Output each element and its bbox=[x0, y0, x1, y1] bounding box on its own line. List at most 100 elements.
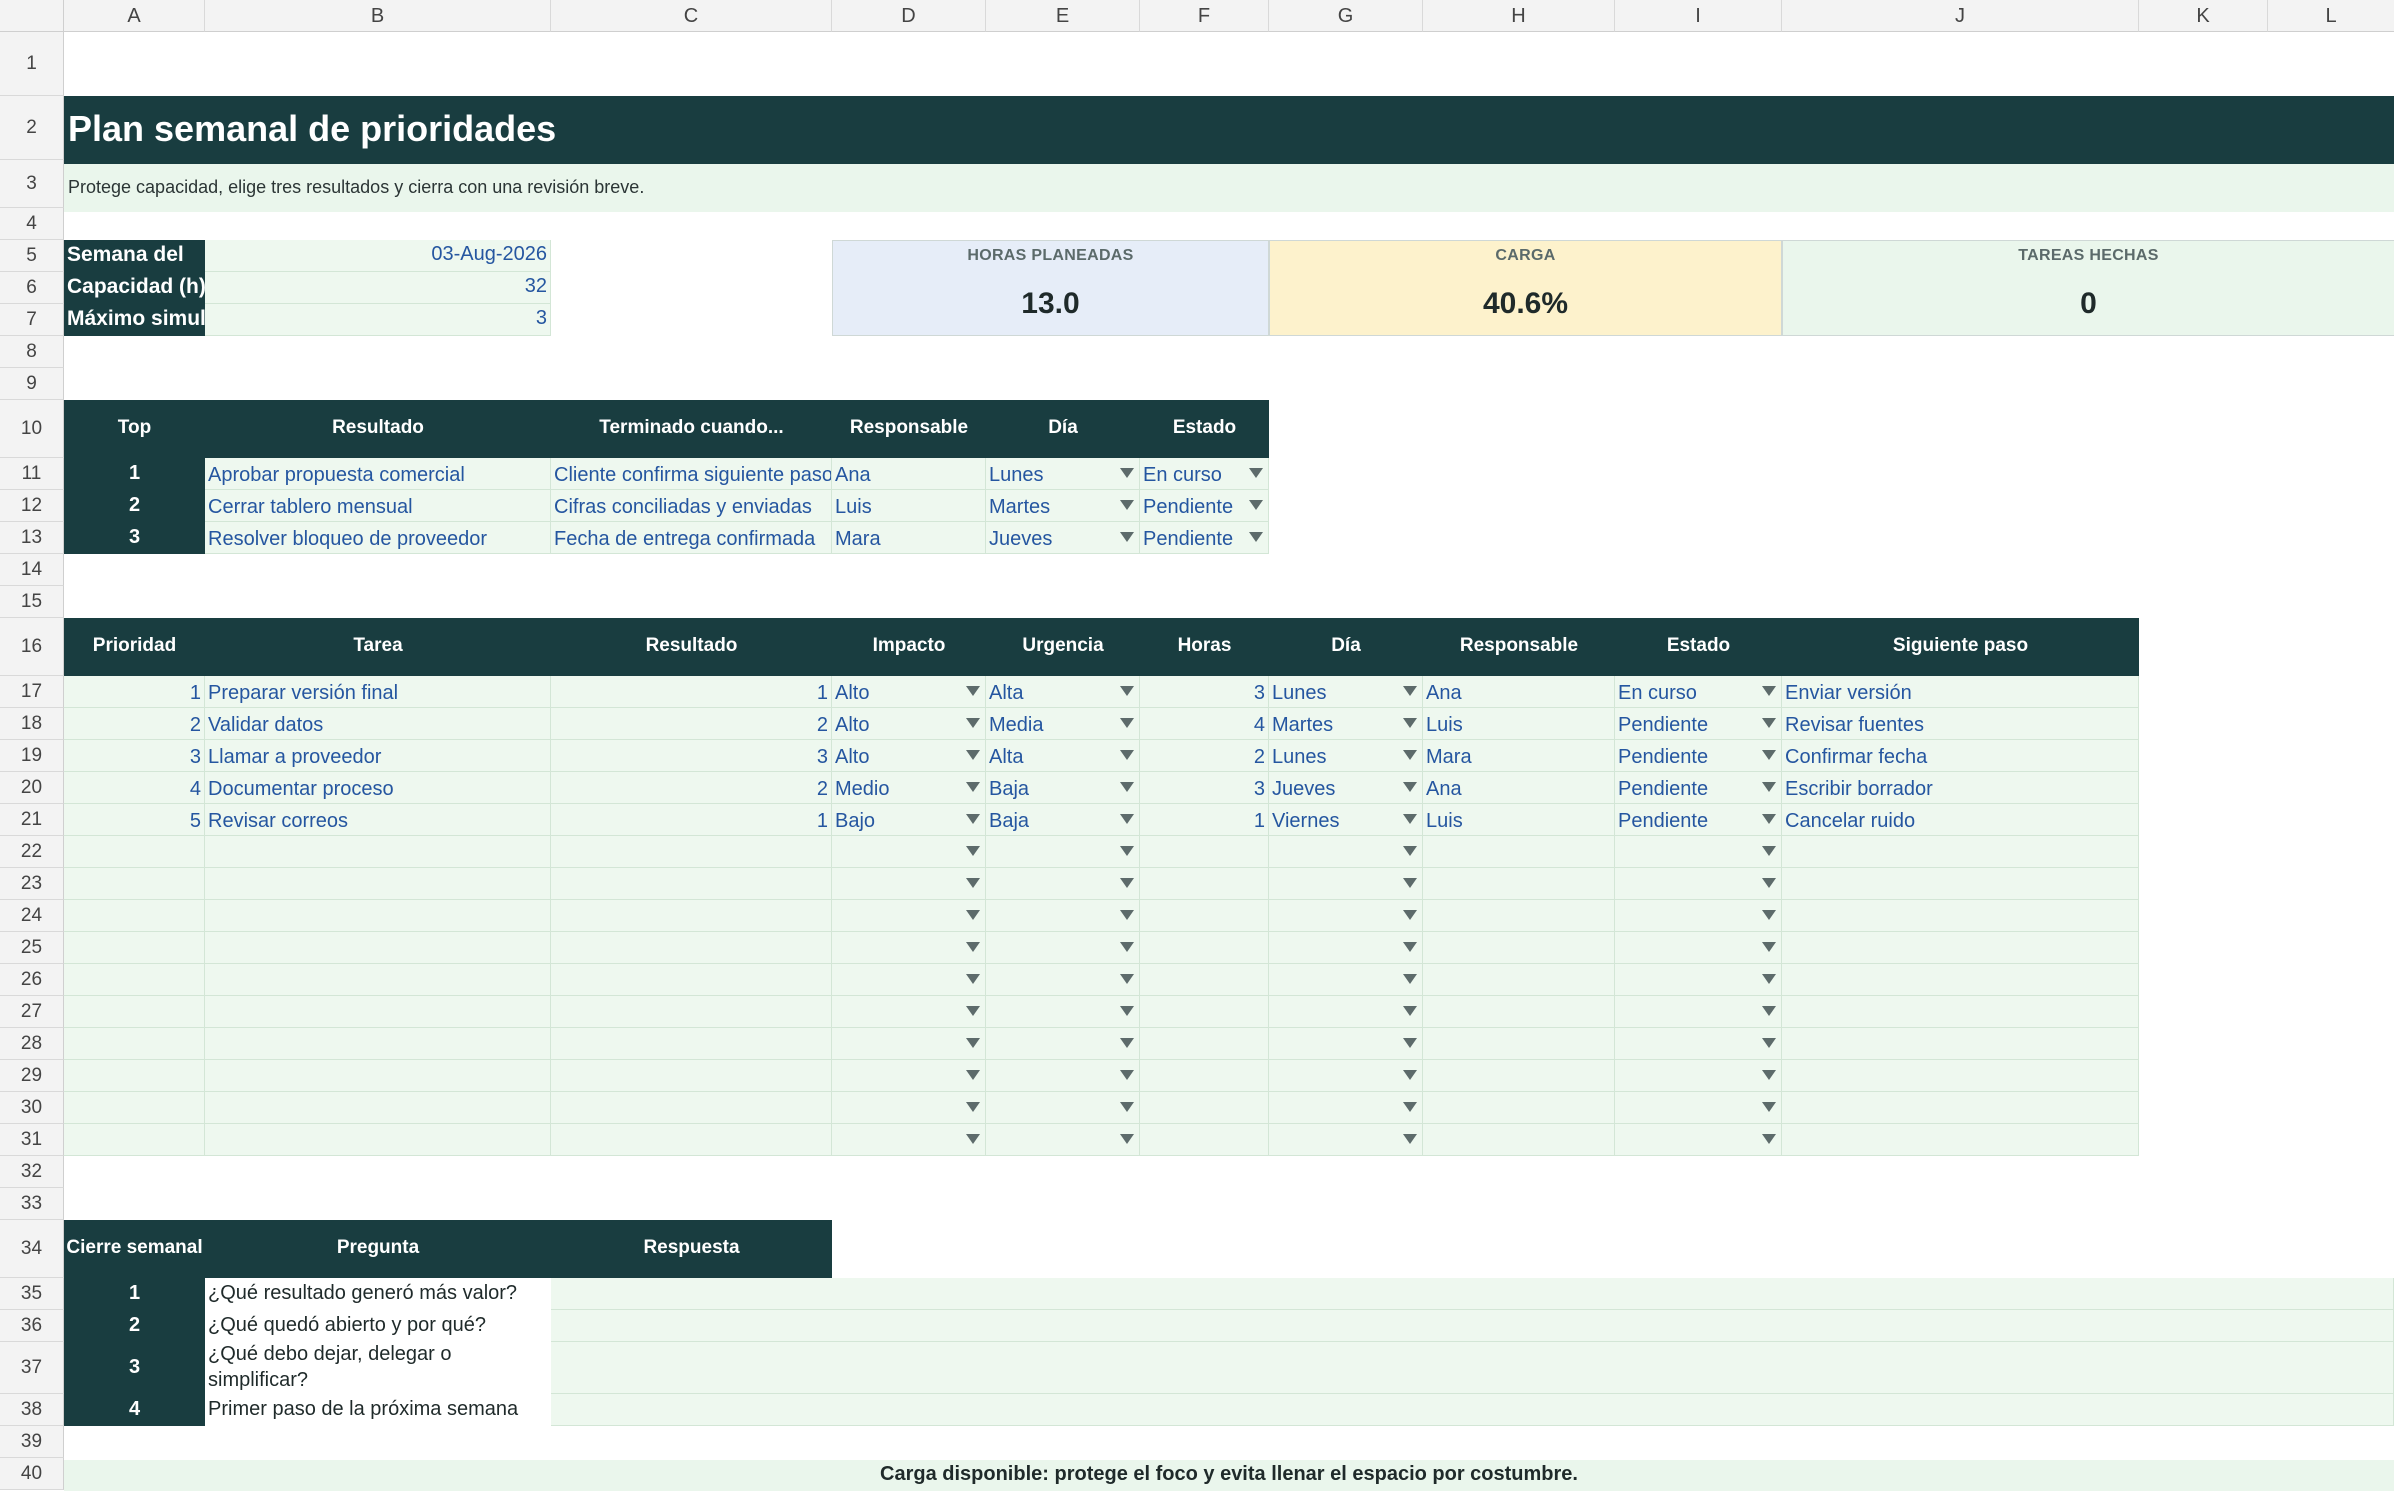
task-dropdown-cell[interactable] bbox=[986, 868, 1140, 900]
task-input-cell[interactable]: 2 bbox=[551, 708, 832, 740]
task-dropdown-cell[interactable]: Media bbox=[986, 708, 1140, 740]
dropdown-arrow-icon[interactable] bbox=[966, 910, 980, 920]
task-input-cell[interactable]: 4 bbox=[64, 772, 205, 804]
task-dropdown-cell[interactable]: Pendiente bbox=[1615, 772, 1782, 804]
task-input-cell[interactable]: 3 bbox=[1140, 772, 1269, 804]
task-input-cell[interactable]: Llamar a proveedor bbox=[205, 740, 551, 772]
task-dropdown-cell[interactable] bbox=[1269, 1060, 1423, 1092]
dropdown-arrow-icon[interactable] bbox=[1120, 1038, 1134, 1048]
task-dropdown-cell[interactable]: En curso bbox=[1615, 676, 1782, 708]
task-input-cell[interactable] bbox=[1140, 868, 1269, 900]
task-input-cell[interactable] bbox=[205, 1060, 551, 1092]
row-header[interactable]: 34 bbox=[0, 1220, 64, 1278]
dropdown-arrow-icon[interactable] bbox=[966, 718, 980, 728]
task-dropdown-cell[interactable] bbox=[986, 900, 1140, 932]
task-input-cell[interactable]: Confirmar fecha bbox=[1782, 740, 2139, 772]
task-input-cell[interactable]: 3 bbox=[1140, 676, 1269, 708]
review-answer-input[interactable] bbox=[551, 1394, 2394, 1426]
task-dropdown-cell[interactable] bbox=[986, 836, 1140, 868]
task-dropdown-cell[interactable] bbox=[832, 1124, 986, 1156]
dropdown-arrow-icon[interactable] bbox=[1120, 974, 1134, 984]
task-dropdown-cell[interactable]: Lunes bbox=[1269, 676, 1423, 708]
top-dropdown-cell[interactable]: Lunes bbox=[986, 458, 1140, 490]
row-header[interactable]: 1 bbox=[0, 32, 64, 96]
row-header[interactable]: 8 bbox=[0, 336, 64, 368]
row-header[interactable]: 40 bbox=[0, 1458, 64, 1490]
task-dropdown-cell[interactable]: Bajo bbox=[832, 804, 986, 836]
dropdown-arrow-icon[interactable] bbox=[1403, 1006, 1417, 1016]
task-input-cell[interactable]: Ana bbox=[1423, 676, 1615, 708]
top-input-cell[interactable]: Ana bbox=[832, 458, 986, 490]
row-header[interactable]: 7 bbox=[0, 304, 64, 336]
task-input-cell[interactable] bbox=[64, 1092, 205, 1124]
task-dropdown-cell[interactable] bbox=[986, 1060, 1140, 1092]
task-input-cell[interactable] bbox=[1140, 836, 1269, 868]
dropdown-arrow-icon[interactable] bbox=[966, 1070, 980, 1080]
task-dropdown-cell[interactable]: Martes bbox=[1269, 708, 1423, 740]
task-dropdown-cell[interactable] bbox=[1269, 868, 1423, 900]
dropdown-arrow-icon[interactable] bbox=[1762, 910, 1776, 920]
column-header[interactable]: K bbox=[2139, 0, 2268, 32]
task-input-cell[interactable] bbox=[205, 836, 551, 868]
task-dropdown-cell[interactable] bbox=[1615, 900, 1782, 932]
task-dropdown-cell[interactable]: Alta bbox=[986, 740, 1140, 772]
task-dropdown-cell[interactable] bbox=[1269, 964, 1423, 996]
column-header[interactable]: H bbox=[1423, 0, 1615, 32]
dropdown-arrow-icon[interactable] bbox=[1120, 782, 1134, 792]
row-header[interactable]: 5 bbox=[0, 240, 64, 272]
column-header[interactable]: B bbox=[205, 0, 551, 32]
task-input-cell[interactable]: Preparar versión final bbox=[205, 676, 551, 708]
dropdown-arrow-icon[interactable] bbox=[1403, 718, 1417, 728]
row-header[interactable]: 30 bbox=[0, 1092, 64, 1124]
task-input-cell[interactable]: Validar datos bbox=[205, 708, 551, 740]
row-header[interactable]: 33 bbox=[0, 1188, 64, 1220]
dropdown-arrow-icon[interactable] bbox=[1249, 500, 1263, 510]
dropdown-arrow-icon[interactable] bbox=[1762, 782, 1776, 792]
dropdown-arrow-icon[interactable] bbox=[1120, 846, 1134, 856]
dropdown-arrow-icon[interactable] bbox=[1120, 1006, 1134, 1016]
task-input-cell[interactable]: 1 bbox=[1140, 804, 1269, 836]
task-input-cell[interactable] bbox=[1423, 1060, 1615, 1092]
task-dropdown-cell[interactable] bbox=[986, 996, 1140, 1028]
task-input-cell[interactable] bbox=[1782, 868, 2139, 900]
row-header[interactable]: 26 bbox=[0, 964, 64, 996]
task-input-cell[interactable]: Revisar fuentes bbox=[1782, 708, 2139, 740]
task-input-cell[interactable]: 3 bbox=[64, 740, 205, 772]
task-input-cell[interactable]: 1 bbox=[551, 804, 832, 836]
dropdown-arrow-icon[interactable] bbox=[1120, 532, 1134, 542]
task-dropdown-cell[interactable] bbox=[832, 836, 986, 868]
task-input-cell[interactable] bbox=[1423, 900, 1615, 932]
dropdown-arrow-icon[interactable] bbox=[1120, 942, 1134, 952]
column-header[interactable]: D bbox=[832, 0, 986, 32]
task-dropdown-cell[interactable] bbox=[832, 1060, 986, 1092]
task-input-cell[interactable] bbox=[1782, 1060, 2139, 1092]
task-input-cell[interactable] bbox=[64, 1124, 205, 1156]
row-header[interactable]: 24 bbox=[0, 900, 64, 932]
dropdown-arrow-icon[interactable] bbox=[1403, 1038, 1417, 1048]
dropdown-arrow-icon[interactable] bbox=[1762, 750, 1776, 760]
column-header[interactable]: L bbox=[2268, 0, 2394, 32]
task-dropdown-cell[interactable] bbox=[1269, 900, 1423, 932]
task-input-cell[interactable] bbox=[1423, 932, 1615, 964]
column-header[interactable]: I bbox=[1615, 0, 1782, 32]
dropdown-arrow-icon[interactable] bbox=[1120, 500, 1134, 510]
task-dropdown-cell[interactable] bbox=[1269, 1092, 1423, 1124]
task-dropdown-cell[interactable] bbox=[832, 1092, 986, 1124]
column-header[interactable]: G bbox=[1269, 0, 1423, 32]
dropdown-arrow-icon[interactable] bbox=[1403, 910, 1417, 920]
task-input-cell[interactable]: 3 bbox=[551, 740, 832, 772]
task-input-cell[interactable]: 5 bbox=[64, 804, 205, 836]
top-input-cell[interactable]: Luis bbox=[832, 490, 986, 522]
row-header[interactable]: 18 bbox=[0, 708, 64, 740]
dropdown-arrow-icon[interactable] bbox=[966, 750, 980, 760]
dropdown-arrow-icon[interactable] bbox=[966, 942, 980, 952]
task-dropdown-cell[interactable]: Pendiente bbox=[1615, 708, 1782, 740]
task-input-cell[interactable] bbox=[551, 1124, 832, 1156]
row-header[interactable]: 9 bbox=[0, 368, 64, 400]
dropdown-arrow-icon[interactable] bbox=[1403, 750, 1417, 760]
row-header[interactable]: 20 bbox=[0, 772, 64, 804]
task-input-cell[interactable] bbox=[205, 996, 551, 1028]
task-input-cell[interactable] bbox=[1423, 868, 1615, 900]
task-input-cell[interactable] bbox=[1423, 996, 1615, 1028]
task-dropdown-cell[interactable] bbox=[1615, 1124, 1782, 1156]
